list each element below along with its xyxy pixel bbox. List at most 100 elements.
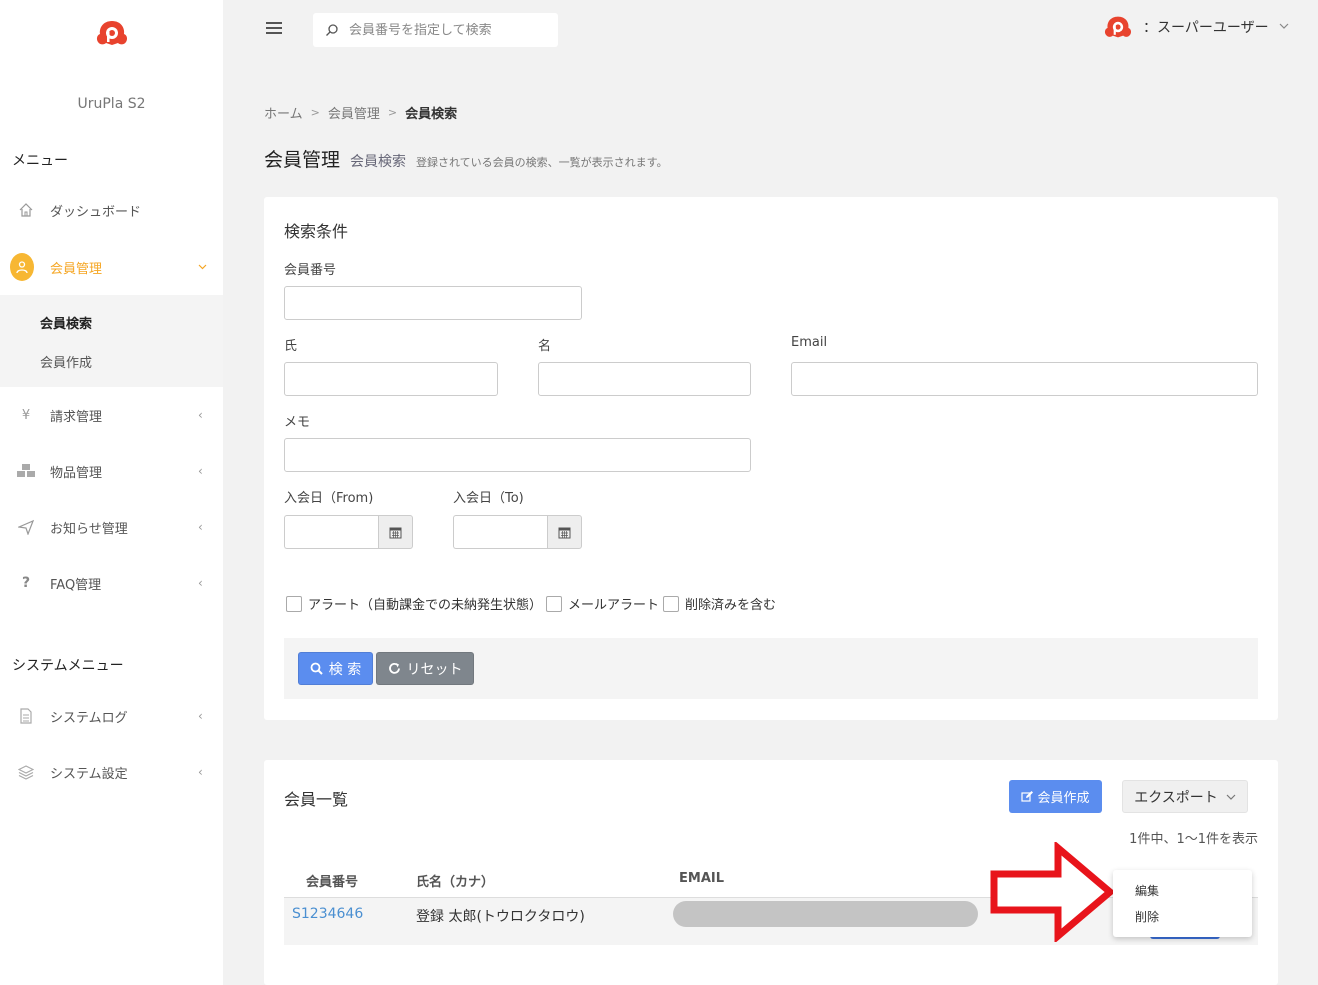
alert-checkbox-label: アラート（自動課金での未納発生状態） — [308, 598, 543, 613]
search-button[interactable]: 検 索 — [298, 652, 373, 685]
join-date-from-input[interactable] — [284, 515, 378, 549]
reset-button[interactable]: リセット — [376, 652, 474, 685]
chevron-left-icon: ‹ — [198, 464, 203, 478]
sidebar-item-billing[interactable]: ¥ 請求管理 ‹ — [0, 395, 223, 435]
sidebar-item-goods[interactable]: 物品管理 ‹ — [0, 451, 223, 491]
search-icon — [310, 662, 323, 675]
sidebar-subitem-member-search[interactable]: 会員検索 — [40, 313, 92, 332]
search-conditions-card: 検索条件 会員番号 氏 名 Email メモ 入会日（From) 入会日（To)… — [264, 197, 1278, 720]
header-search — [313, 13, 558, 47]
sidebar-item-label: システムログ — [50, 710, 128, 726]
mail-alert-checkbox[interactable] — [546, 595, 563, 612]
member-no-label: 会員番号 — [284, 263, 337, 278]
last-name-input[interactable] — [284, 362, 498, 396]
calendar-icon[interactable] — [378, 515, 413, 549]
export-button-label: エクスポート — [1134, 789, 1218, 806]
search-icon — [326, 24, 338, 36]
sidebar-item-system-log[interactable]: システムログ ‹ — [0, 696, 223, 736]
cubes-icon — [14, 459, 38, 483]
member-name-cell: 登録 太郎(トウロクタロウ) — [416, 909, 585, 925]
memo-input[interactable] — [284, 438, 751, 472]
include-deleted-checkbox-label: 削除済みを含む — [685, 598, 777, 613]
page-subtitle: 会員検索 — [350, 154, 407, 170]
sidebar-subitem-member-create[interactable]: 会員作成 — [40, 352, 92, 371]
sidebar-item-dashboard[interactable]: ダッシュボード — [0, 190, 223, 230]
column-header-member-no[interactable]: 会員番号 — [306, 871, 358, 890]
user-avatar-logo-icon — [1104, 16, 1132, 38]
question-icon: ? — [21, 575, 31, 591]
page-title: 会員管理 — [264, 149, 341, 171]
member-no-link[interactable]: S1234646 — [292, 906, 363, 922]
export-button[interactable]: エクスポート — [1122, 780, 1248, 813]
topbar: ：スーパーユーザー — [223, 0, 1318, 60]
column-header-email[interactable]: EMAIL — [679, 871, 724, 886]
page-header: 会員管理 会員検索 登録されている会員の検索、一覧が表示されます。 — [264, 145, 668, 172]
breadcrumb-current: 会員検索 — [405, 107, 458, 122]
sidebar-item-faq[interactable]: ? FAQ管理 ‹ — [0, 563, 223, 603]
email-redaction — [673, 901, 978, 927]
chevron-left-icon: ‹ — [198, 765, 203, 779]
user-menu[interactable]: ：スーパーユーザー — [1103, 14, 1289, 40]
email-input[interactable] — [791, 362, 1258, 396]
chevron-down-icon — [1226, 794, 1236, 800]
sidebar-item-label: 会員管理 — [50, 261, 103, 277]
include-deleted-checkbox[interactable] — [663, 595, 680, 612]
email-label: Email — [791, 335, 828, 350]
paper-plane-icon — [14, 515, 38, 539]
chevron-left-icon: ‹ — [198, 709, 203, 723]
member-list-title: 会員一覧 — [284, 790, 349, 809]
first-name-input[interactable] — [538, 362, 751, 396]
sidebar: UruPla S2 メニュー ダッシュボード 会員管理 会員検索 会員作成 ¥ … — [0, 0, 223, 985]
system-section-title: システムメニュー — [12, 658, 124, 674]
join-date-to-label: 入会日（To) — [453, 491, 524, 506]
sidebar-item-news[interactable]: お知らせ管理 ‹ — [0, 507, 223, 547]
join-date-to-input[interactable] — [453, 515, 547, 549]
column-header-name[interactable]: 氏名（カナ） — [416, 871, 494, 890]
row-action-dropdown: 編集 削除 — [1113, 870, 1252, 937]
chevron-down-icon — [198, 260, 207, 274]
sidebar-item-label: FAQ管理 — [50, 577, 102, 593]
member-submenu: 会員検索 会員作成 — [0, 295, 223, 387]
breadcrumb: ホーム > 会員管理 > 会員検索 — [264, 103, 457, 122]
layers-icon — [14, 760, 38, 784]
dropdown-item-delete[interactable]: 削除 — [1135, 908, 1159, 925]
calendar-icon[interactable] — [547, 515, 582, 549]
join-date-to-picker — [453, 515, 582, 549]
sidebar-item-label: 物品管理 — [50, 465, 103, 481]
chevron-left-icon: ‹ — [198, 520, 203, 534]
memo-label: メモ — [284, 415, 311, 430]
app-logo-icon[interactable] — [95, 18, 129, 48]
sidebar-item-label: 請求管理 — [50, 409, 103, 425]
sidebar-item-member-management[interactable]: 会員管理 — [0, 247, 223, 287]
annotation-arrow-icon — [990, 842, 1116, 942]
refresh-icon — [388, 662, 400, 674]
breadcrumb-home[interactable]: ホーム — [264, 103, 303, 122]
join-date-from-label: 入会日（From) — [284, 491, 374, 506]
app-name: UruPla S2 — [77, 96, 146, 112]
home-icon — [14, 198, 38, 222]
breadcrumb-member-management[interactable]: 会員管理 — [328, 103, 380, 122]
hamburger-menu-icon[interactable] — [266, 22, 282, 34]
member-search-input[interactable] — [349, 22, 549, 38]
search-button-label: 検 索 — [328, 661, 362, 678]
yen-icon: ¥ — [21, 407, 31, 423]
first-name-label: 名 — [538, 339, 552, 354]
sidebar-item-label: ダッシュボード — [50, 204, 142, 220]
sidebar-item-system-settings[interactable]: システム設定 ‹ — [0, 752, 223, 792]
breadcrumb-separator-icon: > — [387, 106, 398, 119]
reset-button-label: リセット — [406, 661, 463, 678]
search-conditions-title: 検索条件 — [284, 222, 349, 241]
chevron-left-icon: ‹ — [198, 576, 203, 590]
join-date-from-picker — [284, 515, 413, 549]
alert-checkbox[interactable] — [286, 595, 302, 612]
breadcrumb-separator-icon: > — [310, 106, 320, 119]
create-member-button[interactable]: 会員作成 — [1009, 780, 1102, 813]
user-name: ：スーパーユーザー — [1143, 20, 1269, 36]
document-icon — [14, 704, 38, 728]
last-name-label: 氏 — [284, 339, 298, 354]
filter-checkboxes: アラート（自動課金での未納発生状態） メールアラート 削除済みを含む — [286, 594, 780, 613]
member-no-input[interactable] — [284, 286, 582, 320]
chevron-down-icon — [1279, 21, 1289, 34]
sidebar-item-label: お知らせ管理 — [50, 521, 128, 537]
dropdown-item-edit[interactable]: 編集 — [1135, 882, 1159, 899]
